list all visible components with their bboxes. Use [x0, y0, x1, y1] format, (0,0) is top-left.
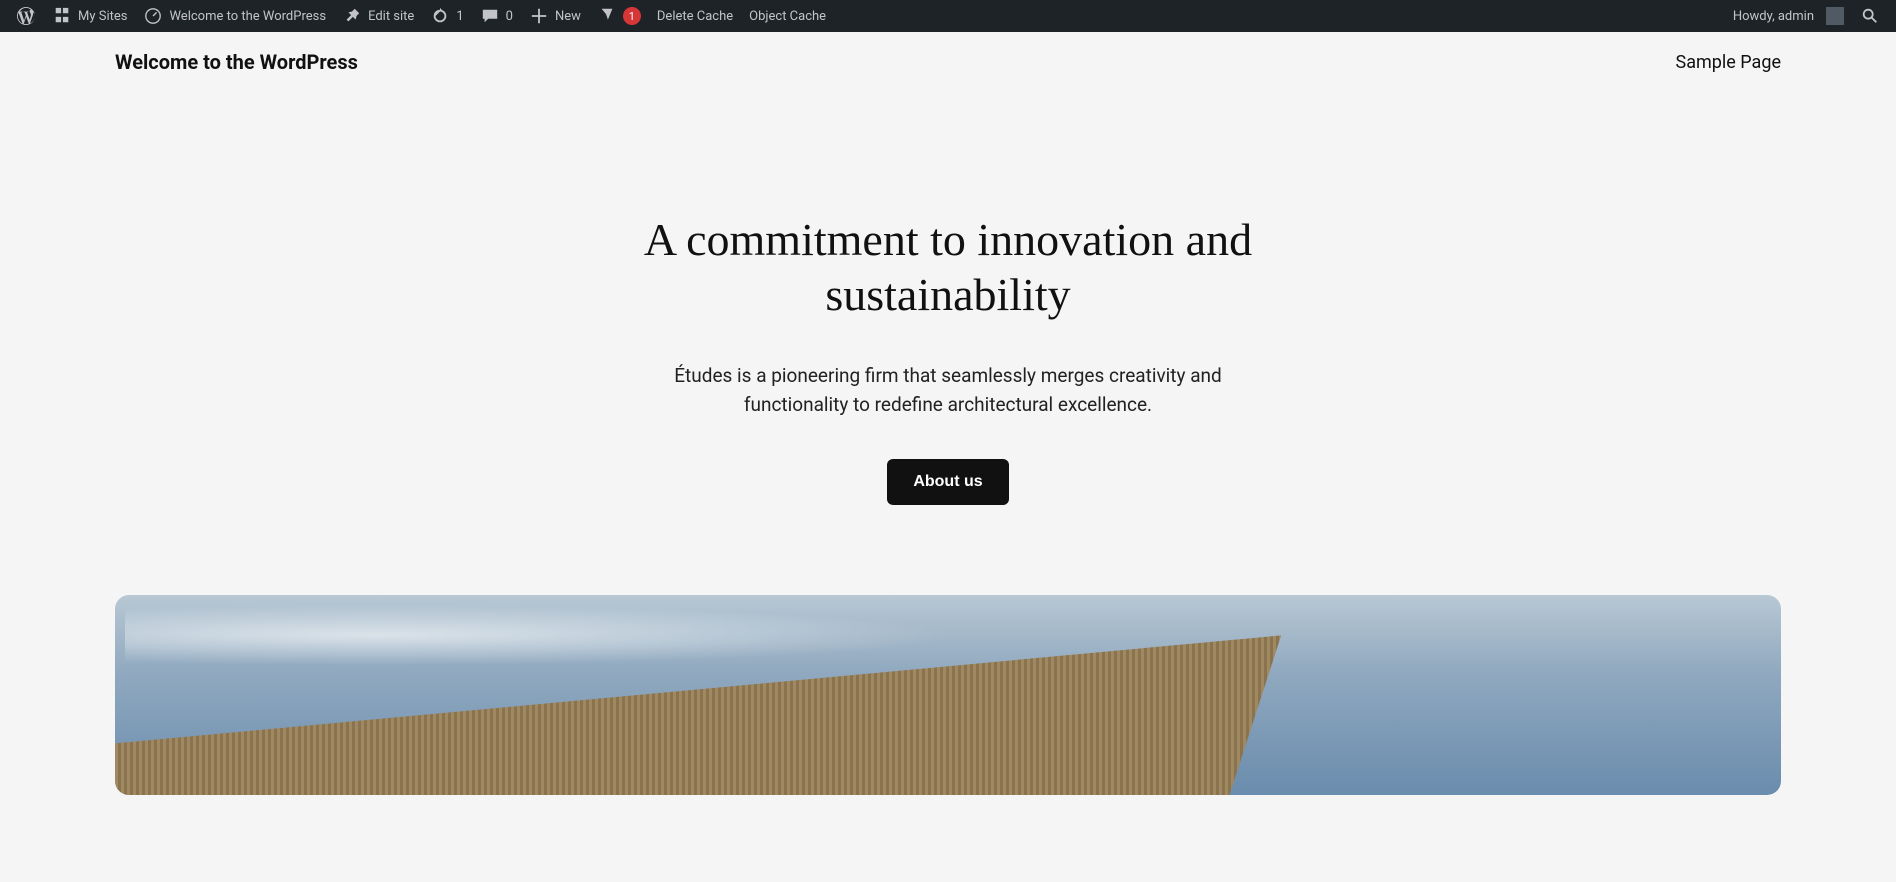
comments-menu[interactable]: 0	[472, 0, 521, 32]
comment-icon	[480, 6, 500, 26]
yoast-menu[interactable]: 1	[589, 0, 649, 32]
my-sites-label: My Sites	[78, 9, 127, 24]
object-cache-menu[interactable]: Object Cache	[741, 0, 834, 32]
wp-admin-bar: My Sites Welcome to the WordPress Edit s…	[0, 0, 1896, 32]
new-content-menu[interactable]: New	[521, 0, 589, 32]
delete-cache-label: Delete Cache	[657, 9, 733, 24]
admin-bar-right: Howdy, admin	[1725, 0, 1888, 32]
yoast-badge: 1	[623, 7, 641, 25]
yoast-icon	[597, 6, 617, 26]
search-icon	[1860, 6, 1880, 26]
comments-count: 0	[506, 9, 513, 24]
pin-icon	[342, 6, 362, 26]
sites-icon	[52, 6, 72, 26]
plus-icon	[529, 6, 549, 26]
edit-site-menu[interactable]: Edit site	[334, 0, 422, 32]
new-label: New	[555, 9, 581, 24]
my-sites-menu[interactable]: My Sites	[44, 0, 135, 32]
edit-site-label: Edit site	[368, 9, 414, 24]
howdy-label: Howdy, admin	[1733, 9, 1814, 24]
site-title[interactable]: Welcome to the WordPress	[115, 50, 358, 74]
nav-sample-page[interactable]: Sample Page	[1676, 52, 1781, 73]
hero-headline: A commitment to innovation and sustainab…	[548, 212, 1348, 322]
wp-logo-menu[interactable]	[8, 0, 44, 32]
hero-image	[115, 595, 1781, 795]
site-name-label: Welcome to the WordPress	[169, 9, 326, 24]
wordpress-icon	[16, 6, 36, 26]
cloud-graphic	[125, 605, 958, 665]
site-name-menu[interactable]: Welcome to the WordPress	[135, 0, 334, 32]
about-us-button[interactable]: About us	[887, 459, 1008, 505]
refresh-icon	[430, 6, 450, 26]
my-account-menu[interactable]: Howdy, admin	[1725, 0, 1852, 32]
updates-menu[interactable]: 1	[422, 0, 471, 32]
object-cache-label: Object Cache	[749, 9, 826, 24]
dashboard-icon	[143, 6, 163, 26]
avatar-icon	[1826, 7, 1844, 25]
updates-count: 1	[456, 9, 463, 24]
site-header: Welcome to the WordPress Sample Page	[0, 32, 1896, 92]
admin-bar-left: My Sites Welcome to the WordPress Edit s…	[8, 0, 834, 32]
hero-subtext: Études is a pioneering firm that seamles…	[638, 362, 1258, 419]
delete-cache-menu[interactable]: Delete Cache	[649, 0, 741, 32]
search-menu[interactable]	[1852, 0, 1888, 32]
hero-section: A commitment to innovation and sustainab…	[0, 92, 1896, 565]
